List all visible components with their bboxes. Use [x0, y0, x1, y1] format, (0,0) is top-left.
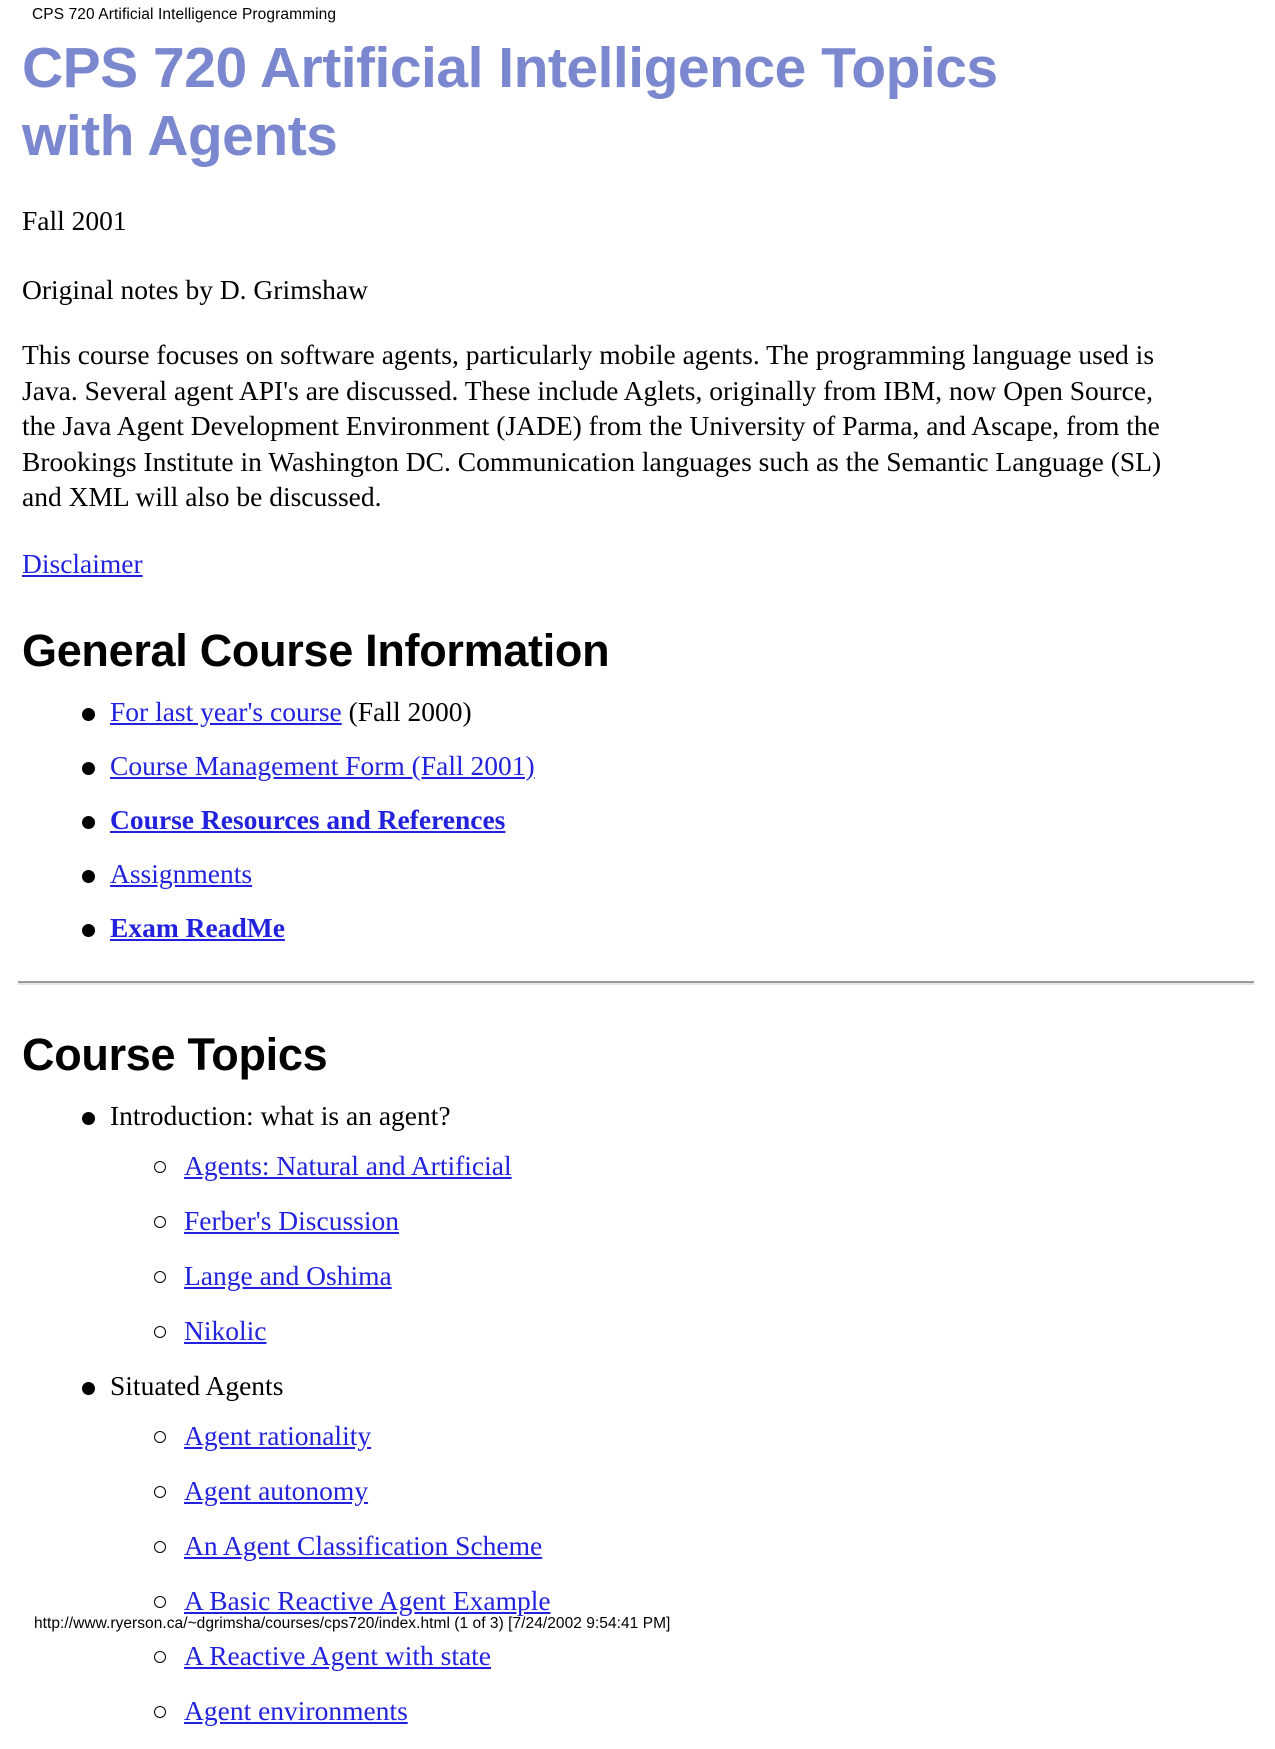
list-item: Agent rationality	[110, 1419, 1254, 1453]
list-item: For last year's course (Fall 2000)	[22, 695, 1254, 729]
list-item: Introduction: what is an agent? Agents: …	[22, 1099, 1254, 1348]
topic-link-0-2[interactable]: Lange and Oshima	[184, 1260, 392, 1291]
disclaimer-link[interactable]: Disclaimer	[22, 548, 143, 579]
general-link-4[interactable]: Exam ReadMe	[110, 912, 285, 943]
list-item: An Agent Classification Scheme	[110, 1529, 1254, 1563]
list-item: Agent autonomy	[110, 1474, 1254, 1508]
list-item: Lange and Oshima	[110, 1259, 1254, 1293]
topic-sublist-0: Agents: Natural and Artificial Ferber's …	[110, 1149, 1254, 1348]
list-item: Course Resources and References	[22, 803, 1254, 837]
topic-link-1-2[interactable]: An Agent Classification Scheme	[184, 1530, 542, 1561]
list-item: Agent environments	[110, 1694, 1254, 1728]
disclaimer-line: Disclaimer	[22, 547, 1254, 581]
course-topics-list: Introduction: what is an agent? Agents: …	[22, 1099, 1254, 1728]
intro-paragraph: This course focuses on software agents, …	[22, 339, 1162, 512]
topic-link-0-3[interactable]: Nikolic	[184, 1315, 267, 1346]
topic-link-1-0[interactable]: Agent rationality	[184, 1420, 371, 1451]
topic-link-0-1[interactable]: Ferber's Discussion	[184, 1205, 399, 1236]
document-body: CPS 720 Artificial Intelligence Topics w…	[18, 34, 1254, 1749]
section-divider	[18, 980, 1254, 985]
credit-text: Original notes by D. Grimshaw	[22, 273, 368, 305]
topic-group-label-0: Introduction: what is an agent?	[110, 1099, 451, 1131]
general-link-2[interactable]: Course Resources and References	[110, 804, 505, 835]
course-topics-heading: Course Topics	[22, 1028, 328, 1080]
general-suffix-0: (Fall 2000)	[341, 695, 472, 727]
list-item: Nikolic	[110, 1314, 1254, 1348]
topic-sublist-1: Agent rationality Agent autonomy An Agen…	[110, 1419, 1254, 1728]
topic-link-0-0[interactable]: Agents: Natural and Artificial	[184, 1150, 512, 1181]
list-item: Course Management Form (Fall 2001)	[22, 749, 1254, 783]
general-course-information-heading: General Course Information	[22, 624, 610, 676]
general-link-1[interactable]: Course Management Form (Fall 2001)	[110, 750, 535, 781]
topic-link-1-4[interactable]: A Reactive Agent with state	[184, 1640, 491, 1671]
list-item: A Basic Reactive Agent Example	[110, 1584, 1254, 1618]
topic-link-1-3[interactable]: A Basic Reactive Agent Example	[184, 1585, 551, 1616]
topic-group-label-1: Situated Agents	[110, 1369, 284, 1401]
topic-link-1-5[interactable]: Agent environments	[184, 1695, 408, 1726]
print-header-title: CPS 720 Artificial Intelligence Programm…	[32, 6, 337, 23]
general-link-3[interactable]: Assignments	[110, 858, 252, 889]
list-item: A Reactive Agent with state	[110, 1639, 1254, 1673]
list-item: Assignments	[22, 857, 1254, 891]
list-item: Agents: Natural and Artificial	[110, 1149, 1254, 1183]
page-title: CPS 720 Artificial Intelligence Topics w…	[22, 36, 998, 168]
topic-link-1-1[interactable]: Agent autonomy	[184, 1475, 368, 1506]
print-footer-url: http://www.ryerson.ca/~dgrimsha/courses/…	[34, 1615, 671, 1632]
list-item: Exam ReadMe	[22, 911, 1254, 945]
term-text: Fall 2001	[22, 205, 127, 236]
general-link-0[interactable]: For last year's course	[110, 696, 342, 727]
list-item: Ferber's Discussion	[110, 1204, 1254, 1238]
general-course-information-list: For last year's course (Fall 2000) Cours…	[22, 695, 1254, 945]
list-item: Situated Agents Agent rationality Agent …	[22, 1369, 1254, 1728]
